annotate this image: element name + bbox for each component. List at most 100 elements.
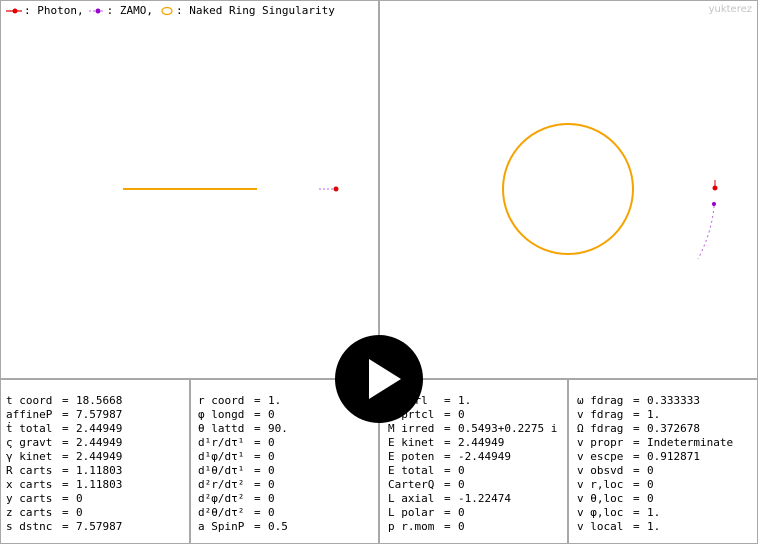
readout-value: 0 — [458, 520, 465, 533]
readout-equals: = — [62, 492, 69, 505]
readout-key: y carts — [6, 492, 53, 505]
readout-value: 0 — [268, 408, 275, 421]
readout-key: Ω fdrag — [577, 422, 624, 435]
readout-value: 2.44949 — [76, 422, 123, 435]
photon-marker-top — [712, 185, 718, 191]
readout-row: φ longd = 0 — [198, 408, 288, 422]
ring-legend-label: : Naked Ring Singularity — [175, 4, 335, 17]
readout-value: 0 — [647, 492, 654, 505]
readout-key: v φ,loc — [577, 506, 624, 519]
readout-equals: = — [633, 492, 640, 505]
readout-key: x carts — [6, 478, 53, 491]
readout-value: 0 — [268, 478, 275, 491]
readout-key: L polar — [388, 506, 435, 519]
photon-marker — [333, 186, 339, 192]
readout-value: 0 — [268, 492, 275, 505]
top-view-plot[interactable] — [380, 0, 758, 378]
readout-value: 1. — [647, 506, 661, 519]
readout-equals: = — [62, 408, 69, 421]
readout-row: L polar = 0 — [388, 506, 557, 520]
readout-equals: = — [444, 520, 451, 533]
readout-key: d²r/dτ² — [198, 478, 245, 491]
readout-row: v local = 1. — [577, 520, 733, 534]
readout-key: s dstnc — [6, 520, 53, 533]
readout-row: E poten = -2.44949 — [388, 450, 557, 464]
readout-key: d¹r/dτ¹ — [198, 436, 245, 449]
readout-row: z carts = 0 — [6, 506, 122, 520]
play-button[interactable] — [335, 335, 423, 423]
readout-value: 0.333333 — [647, 394, 700, 407]
readout-equals: = — [254, 408, 261, 421]
readout-equals: = — [444, 478, 451, 491]
readout-key: t coord — [6, 394, 53, 407]
readout-row: v propr = Indeterminate — [577, 436, 733, 450]
readout-value: 0.5493+0.2275 i — [458, 422, 558, 435]
readout-value: 1.11803 — [76, 478, 123, 491]
readout-equals: = — [633, 394, 640, 407]
readout-equals: = — [444, 450, 451, 463]
readout-value: 0 — [268, 506, 275, 519]
readout-value: 7.57987 — [76, 520, 123, 533]
readout-row: L axial = -1.22474 — [388, 492, 557, 506]
readout-row: d²r/dτ² = 0 — [198, 478, 288, 492]
readout-key: ς gravt — [6, 436, 53, 449]
ring-legend-icon — [160, 6, 174, 16]
readout-equals: = — [62, 506, 69, 519]
readout-row: M prtcl = 0 — [388, 408, 557, 422]
readout-key: v escpe — [577, 450, 624, 463]
readout-equals: = — [254, 422, 261, 435]
readout-value: 90. — [268, 422, 288, 435]
readout-equals: = — [633, 478, 640, 491]
readout-key: M irred — [388, 422, 435, 435]
readout-value: 0 — [268, 436, 275, 449]
readout-column-coordinates: t coord = 18.5668 affineP = 7.57987 ṫ total = 2.… — [6, 394, 122, 534]
readout-equals: = — [62, 436, 69, 449]
readout-row: s dstnc = 7.57987 — [6, 520, 122, 534]
readout-value: 1. — [458, 394, 472, 407]
readout-equals: = — [633, 464, 640, 477]
photon-legend-icon — [6, 6, 22, 16]
readout-value: 0 — [458, 506, 465, 519]
readout-row: M irred = 0.5493+0.2275 i — [388, 422, 557, 436]
readout-equals: = — [633, 408, 640, 421]
view-divider — [378, 0, 380, 378]
readout-row: d¹r/dτ¹ = 0 — [198, 436, 288, 450]
readout-value: 0 — [458, 464, 465, 477]
readout-key: ṫ total — [6, 422, 53, 435]
readout-key: z carts — [6, 506, 53, 519]
readout-value: 1. — [647, 520, 661, 533]
readout-value: 0.372678 — [647, 422, 700, 435]
readout-key: d²θ/dτ² — [198, 506, 245, 519]
readout-equals: = — [633, 422, 640, 435]
column-divider — [567, 379, 569, 544]
readout-equals: = — [254, 478, 261, 491]
readout-equals: = — [254, 394, 261, 407]
readout-equals: = — [254, 506, 261, 519]
readout-value: 0 — [76, 506, 83, 519]
side-view-plot[interactable] — [0, 0, 378, 378]
readout-equals: = — [444, 394, 451, 407]
readout-value: 0 — [458, 478, 465, 491]
readout-equals: = — [62, 520, 69, 533]
readout-key: v propr — [577, 436, 624, 449]
readout-column-energy: M ctrl=1.M prtcl=0M irred=0.5493+0.2275 … — [388, 394, 557, 534]
readout-value: 0 — [76, 492, 83, 505]
readout-key: d¹θ/dτ¹ — [198, 464, 245, 477]
zamo-legend-icon — [88, 6, 105, 16]
readout-equals: = — [633, 450, 640, 463]
readout-value: -1.22474 — [458, 492, 511, 505]
readout-row: p r.mom = 0 — [388, 520, 557, 534]
readout-row: y carts = 0 — [6, 492, 122, 506]
readout-key: a SpinP — [198, 520, 245, 533]
readout-row: a SpinP = 0.5 — [198, 520, 288, 534]
readout-value: 2.44949 — [76, 436, 123, 449]
readout-row: R carts = 1.11803 — [6, 464, 122, 478]
readout-row: affineP = 7.57987 — [6, 408, 122, 422]
readout-row: d¹φ/dτ¹ = 0 — [198, 450, 288, 464]
readout-equals: = — [254, 436, 261, 449]
readout-row: v φ,loc = 1. — [577, 506, 733, 520]
readout-value: 0 — [647, 464, 654, 477]
readout-value: 0 — [647, 478, 654, 491]
readout-key: v θ,loc — [577, 492, 624, 505]
readout-key: affineP — [6, 408, 53, 421]
